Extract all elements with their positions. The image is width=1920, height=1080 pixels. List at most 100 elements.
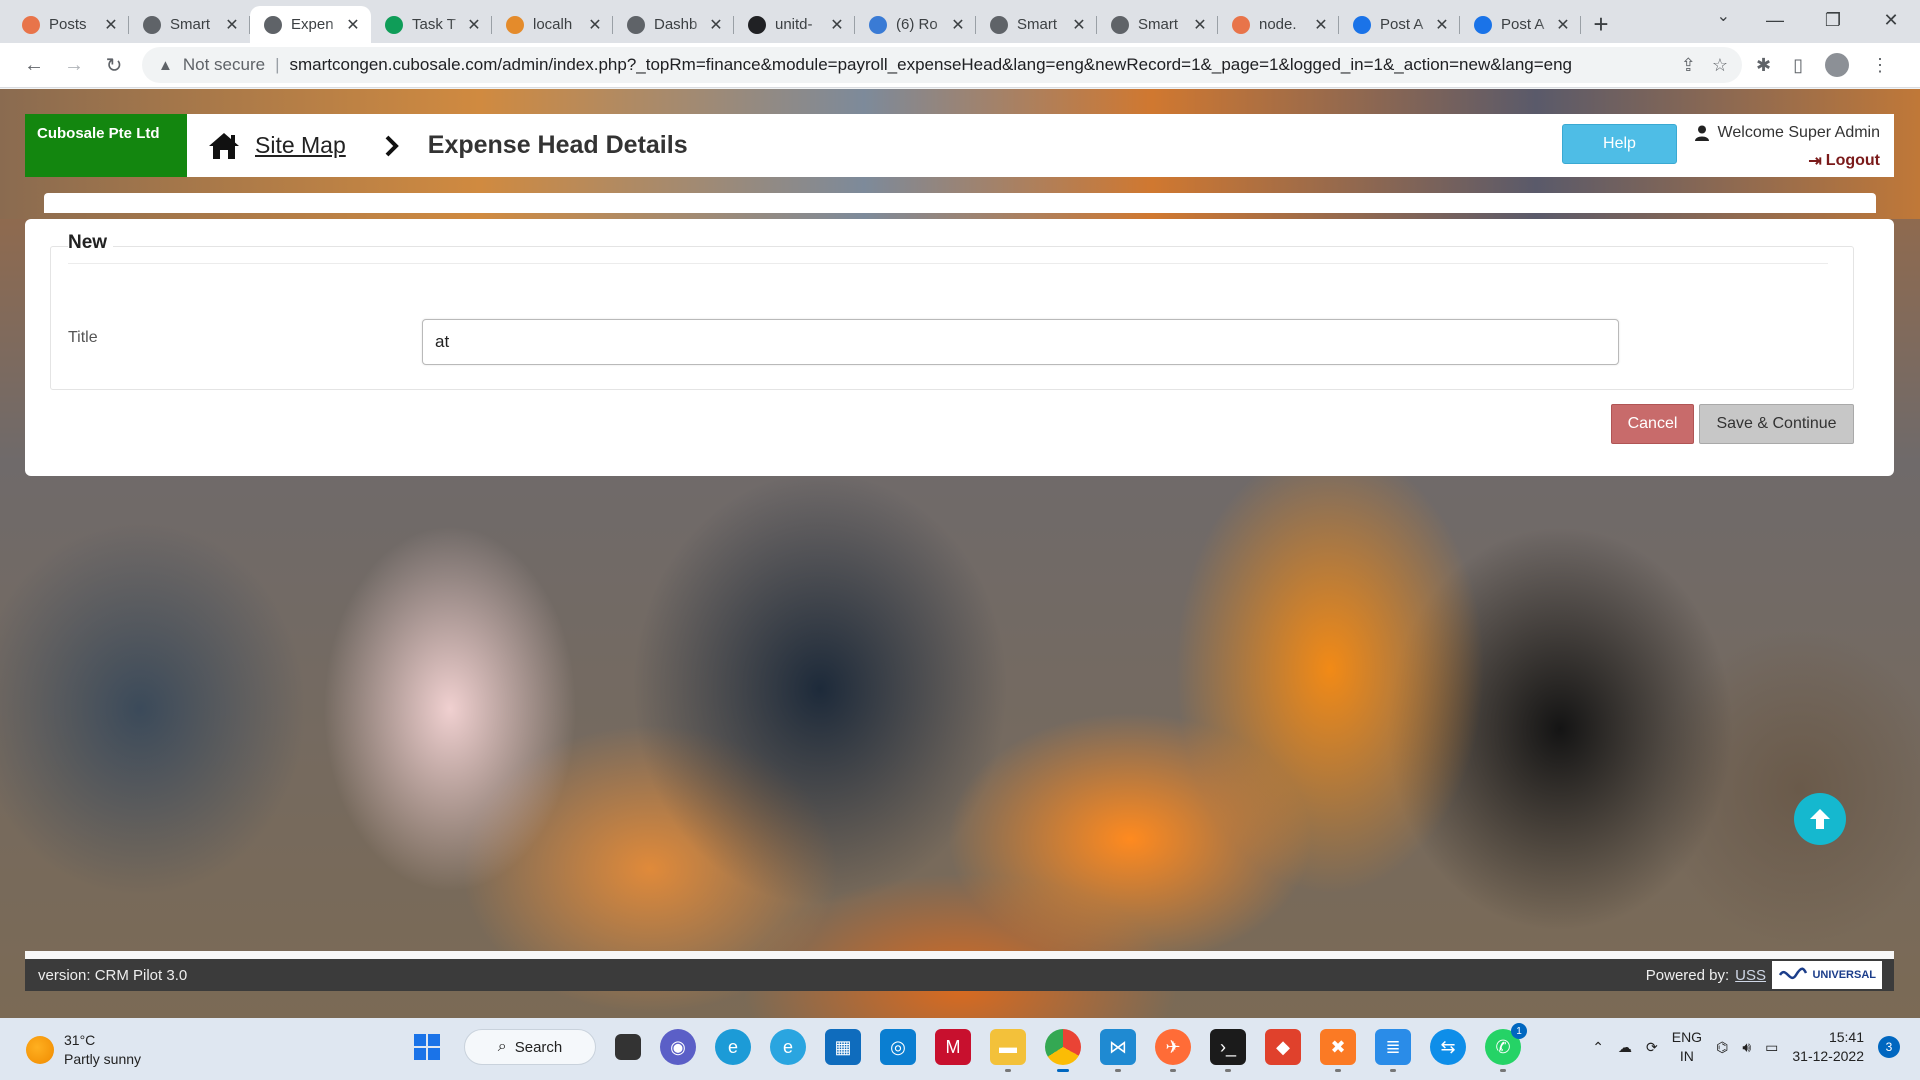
profile-avatar-icon[interactable] (1825, 53, 1849, 77)
terminal-icon[interactable]: ›_ (1210, 1029, 1246, 1072)
edge-beta-icon[interactable]: e (770, 1029, 806, 1065)
teamviewer-icon[interactable]: ⇆ (1430, 1029, 1466, 1065)
postman-icon[interactable]: ✈ (1155, 1029, 1191, 1072)
network-icon[interactable]: ⌬ (1716, 1039, 1728, 1056)
tab-close-icon[interactable]: ✕ (829, 15, 845, 35)
teams-chat-icon[interactable]: ◉ (660, 1029, 696, 1065)
logout-link[interactable]: ⇥ Logout (1808, 151, 1880, 171)
tab-close-icon[interactable]: ✕ (1434, 15, 1450, 35)
tab-close-icon[interactable]: ✕ (103, 15, 119, 35)
skype-icon[interactable]: ◎ (880, 1029, 916, 1065)
whatsapp-icon[interactable]: ✆ 1 (1485, 1023, 1527, 1072)
language-indicator[interactable]: ENG IN (1672, 1028, 1702, 1066)
tab-label: Dashb (654, 16, 698, 33)
home-icon[interactable] (207, 131, 241, 161)
volume-icon[interactable]: 🔊︎ (1742, 1039, 1751, 1056)
weather-condition: Partly sunny (64, 1051, 142, 1067)
browser-tab[interactable]: localh ✕ (492, 6, 613, 43)
browser-tab[interactable]: node. ✕ (1218, 6, 1339, 43)
browser-tab[interactable]: Posts ✕ (8, 6, 129, 43)
app-footer: version: CRM Pilot 3.0 Powered by: USS U… (25, 959, 1894, 991)
tab-close-icon[interactable]: ✕ (1313, 15, 1329, 35)
tab-close-icon[interactable]: ✕ (1192, 15, 1208, 35)
globe-icon (143, 15, 161, 34)
close-window-button[interactable]: ✕ (1862, 0, 1920, 40)
tab-search-icon[interactable]: ⌄ (1717, 6, 1730, 26)
task-view-icon[interactable] (615, 1034, 641, 1060)
title-input[interactable] (422, 319, 1619, 365)
scroll-to-top-button[interactable] (1794, 793, 1846, 845)
browser-tab[interactable]: Task T ✕ (371, 6, 492, 43)
file-explorer-icon[interactable]: ▬ (990, 1029, 1026, 1072)
taskbar-apps: ⌕ Search ◉ e e ▦ ◎ M ▬ ⋈ ✈ ›_ ◆ ✖ ≣ ⇆ ✆ … (409, 1023, 1527, 1072)
browser-tab[interactable]: Post A ✕ (1339, 6, 1460, 43)
sync-icon[interactable]: ⟳ (1646, 1039, 1658, 1056)
browser-tab[interactable]: (6) Ro ✕ (855, 6, 976, 43)
wordpress-icon (1232, 15, 1250, 34)
browser-tab[interactable]: Smart ✕ (976, 6, 1097, 43)
partly-sunny-icon (26, 1036, 54, 1064)
back-button[interactable]: ← (14, 47, 54, 83)
tab-close-icon[interactable]: ✕ (224, 15, 240, 35)
tab-close-icon[interactable]: ✕ (950, 15, 966, 35)
git-icon[interactable]: ◆ (1265, 1029, 1301, 1065)
tab-close-icon[interactable]: ✕ (345, 15, 361, 35)
tab-close-icon[interactable]: ✕ (587, 15, 603, 35)
tab-label: Post A (1380, 16, 1424, 33)
restore-button[interactable]: ❐ (1804, 0, 1862, 40)
legend-divider (68, 263, 1828, 264)
browser-tab[interactable]: unitd- ✕ (734, 6, 855, 43)
user-icon (1694, 125, 1709, 141)
forward-button[interactable]: → (54, 47, 94, 83)
battery-icon[interactable]: ▭ (1765, 1039, 1778, 1056)
browser-tab[interactable]: Expen ✕ (250, 6, 371, 43)
chevron-right-icon (385, 135, 399, 156)
tab-close-icon[interactable]: ✕ (1555, 15, 1571, 35)
onedrive-icon[interactable]: ☁ (1618, 1039, 1632, 1056)
menu-kebab-icon[interactable]: ⋮ (1871, 55, 1889, 76)
microsoft-store-icon[interactable]: ▦ (825, 1029, 861, 1065)
logout-icon: ⇥ (1808, 153, 1822, 170)
taskbar-search[interactable]: ⌕ Search (464, 1029, 596, 1065)
weather-widget[interactable]: 31°C Partly sunny (26, 1031, 141, 1069)
window-controls: — ❐ ✕ (1746, 0, 1920, 40)
tab-close-icon[interactable]: ✕ (708, 15, 724, 35)
security-status: Not secure (182, 55, 266, 74)
new-tab-button[interactable]: + (1581, 6, 1621, 43)
browser-tab[interactable]: Post A ✕ (1460, 6, 1581, 43)
chevron-up-icon[interactable]: ⌃ (1592, 1039, 1604, 1056)
weather-text: 31°C Partly sunny (64, 1031, 141, 1069)
minimize-button[interactable]: — (1746, 0, 1804, 40)
help-button[interactable]: Help (1562, 124, 1677, 164)
browser-tab[interactable]: Dashb ✕ (613, 6, 734, 43)
globe-icon (1111, 15, 1129, 34)
clock[interactable]: 15:41 31-12-2022 (1792, 1028, 1864, 1066)
universal-logo: UNIVERSAL (1772, 961, 1882, 989)
xampp-icon[interactable]: ✖ (1320, 1029, 1356, 1072)
cancel-button[interactable]: Cancel (1611, 404, 1694, 444)
url-omnibox[interactable]: ▲ Not secure | smartcongen.cubosale.com/… (142, 47, 1742, 83)
chrome-icon[interactable] (1045, 1029, 1081, 1072)
tab-label: Smart (1138, 16, 1179, 33)
browser-tab[interactable]: Smart ✕ (129, 6, 250, 43)
save-continue-button[interactable]: Save & Continue (1699, 404, 1854, 444)
browser-tab[interactable]: Smart ✕ (1097, 6, 1218, 43)
breadcrumb-sitemap-link[interactable]: Site Map (255, 132, 346, 159)
browser-tab-strip: Posts ✕ Smart ✕ Expen ✕ Task T ✕ localh ✕ Dashb ✕ un… (0, 0, 1920, 43)
mcafee-icon[interactable]: M (935, 1029, 971, 1065)
tab-close-icon[interactable]: ✕ (466, 15, 482, 35)
extensions-puzzle-icon[interactable]: ✱ (1756, 55, 1771, 76)
vscode-icon[interactable]: ⋈ (1100, 1029, 1136, 1072)
bookmark-star-icon[interactable]: ☆ (1712, 55, 1728, 76)
reload-button[interactable]: ↻ (94, 47, 134, 83)
uss-link[interactable]: USS (1735, 967, 1766, 984)
share-icon[interactable]: ⇪ (1681, 55, 1696, 76)
tab-close-icon[interactable]: ✕ (1071, 15, 1087, 35)
globe-icon (990, 15, 1008, 34)
edge-icon[interactable]: e (715, 1029, 751, 1065)
notification-badge[interactable]: 3 (1878, 1036, 1900, 1058)
side-panel-icon[interactable]: ▯ (1793, 55, 1803, 76)
start-windows-icon[interactable] (409, 1029, 445, 1065)
notepad-icon[interactable]: ≣ (1375, 1029, 1411, 1072)
url-text[interactable]: smartcongen.cubosale.com/admin/index.php… (289, 55, 1572, 75)
